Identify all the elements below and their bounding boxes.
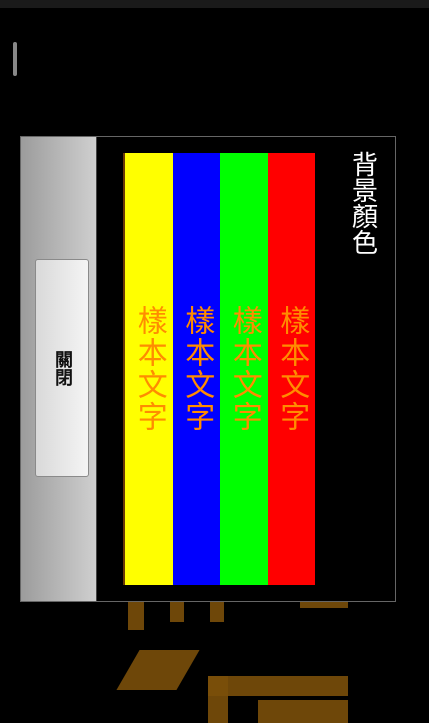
background-art [208, 676, 348, 696]
background-art [116, 650, 200, 690]
background-art [170, 600, 184, 622]
close-button[interactable]: 關閉 [35, 259, 89, 477]
dialog-title-area: 背景顏色 [331, 137, 395, 601]
status-bar [0, 0, 429, 8]
swatch-label: 樣本文字 [131, 305, 167, 433]
background-color-dialog: 關閉 樣本文字 樣本文字 樣本文字 樣本文字 背景顏色 [20, 136, 396, 602]
color-swatch-list: 樣本文字 樣本文字 樣本文字 樣本文字 [123, 153, 315, 585]
swatch-green[interactable]: 樣本文字 [220, 153, 268, 585]
close-button-label: 關閉 [52, 350, 73, 386]
screen: 關閉 樣本文字 樣本文字 樣本文字 樣本文字 背景顏色 [0, 0, 429, 723]
dialog-title: 背景顏色 [347, 151, 378, 255]
background-art [128, 600, 144, 630]
swatch-blue[interactable]: 樣本文字 [172, 153, 220, 585]
background-art [210, 600, 224, 622]
swatch-yellow[interactable]: 樣本文字 [125, 153, 173, 585]
button-panel: 關閉 [21, 137, 97, 601]
scroll-indicator [13, 42, 17, 76]
swatch-label: 樣本文字 [226, 305, 262, 433]
swatch-label: 樣本文字 [274, 305, 310, 433]
background-art [258, 700, 348, 723]
swatch-red[interactable]: 樣本文字 [267, 153, 315, 585]
background-art [208, 676, 228, 723]
swatch-label: 樣本文字 [179, 305, 215, 433]
